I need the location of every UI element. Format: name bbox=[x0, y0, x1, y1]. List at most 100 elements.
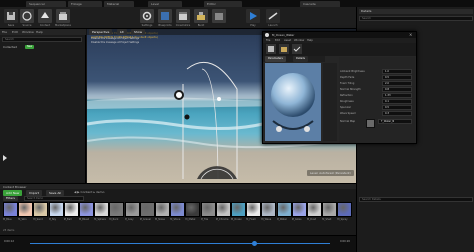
filters-button[interactable]: Filters bbox=[3, 196, 18, 201]
asset-thumbnail[interactable] bbox=[155, 202, 170, 217]
settings-button[interactable] bbox=[140, 9, 154, 23]
asset-thumbnail[interactable] bbox=[170, 202, 186, 217]
timeline-bar[interactable]: 0:00:12 0:00:20 bbox=[0, 235, 356, 252]
breadcrumb: ◀ ▶ Content ▸ demo bbox=[74, 190, 104, 194]
material-editor-window[interactable]: M_Ocean_Water × File Edit Asset Window H… bbox=[262, 31, 417, 144]
asset-label: M_Spray bbox=[337, 218, 348, 221]
content-button[interactable] bbox=[38, 9, 52, 23]
param-label: Ambient Brightness bbox=[340, 70, 365, 73]
mat-menu-asset[interactable]: Asset bbox=[284, 39, 291, 42]
menu-window[interactable]: Window bbox=[22, 30, 34, 34]
check-icon bbox=[293, 46, 301, 52]
asset-thumbnail[interactable] bbox=[261, 202, 277, 217]
asset-label: M_Stone bbox=[170, 218, 181, 221]
perspective-button[interactable]: Perspective bbox=[89, 29, 113, 35]
param-label: Normal Strength bbox=[340, 88, 361, 91]
param-value[interactable]: 0.8 bbox=[382, 87, 412, 92]
node-graph-strip[interactable] bbox=[323, 63, 337, 141]
play-button[interactable] bbox=[246, 9, 260, 23]
unreal-logo-icon bbox=[265, 33, 269, 37]
material-preview[interactable] bbox=[265, 63, 321, 141]
breadcrumb-root[interactable]: Content bbox=[81, 190, 93, 194]
tree-item-label: Collected bbox=[3, 45, 18, 49]
source-button[interactable] bbox=[20, 9, 34, 23]
asset-thumbnail[interactable] bbox=[79, 202, 94, 217]
build-button[interactable] bbox=[194, 9, 208, 23]
menu-edit[interactable]: Edit bbox=[12, 30, 18, 34]
mat-menu-window[interactable]: Window bbox=[294, 39, 304, 42]
asset-thumbnail[interactable] bbox=[48, 202, 64, 217]
close-icon[interactable]: × bbox=[409, 32, 412, 37]
source-label: Source bbox=[22, 24, 32, 27]
cube-icon bbox=[215, 13, 223, 20]
mat-save-button[interactable] bbox=[266, 44, 276, 54]
left-panel: File Edit Window Help Search Collected N… bbox=[0, 29, 86, 183]
blueprints-button[interactable] bbox=[158, 9, 172, 23]
param-value[interactable]: 0.1 bbox=[382, 99, 412, 104]
asset-thumbnail[interactable] bbox=[291, 202, 307, 217]
asset-thumbnail[interactable] bbox=[3, 202, 18, 217]
content-search-input[interactable]: Search Demo bbox=[24, 196, 84, 201]
mat-menu-help[interactable]: Help bbox=[307, 39, 313, 42]
asset-label: M_Sand bbox=[33, 218, 43, 221]
asset-label: M_Rock bbox=[109, 218, 119, 221]
content-browser-title: Content Browser bbox=[3, 184, 27, 189]
asset-thumbnail[interactable] bbox=[200, 202, 216, 217]
new-badge: New bbox=[25, 45, 35, 49]
mat-menu-edit[interactable]: Edit bbox=[275, 39, 280, 42]
details-search2-input[interactable]: Search Details bbox=[359, 197, 473, 202]
asset-thumbnail[interactable] bbox=[231, 202, 246, 217]
build-alt-button[interactable] bbox=[212, 9, 226, 23]
tab-parameters[interactable]: Parameters bbox=[265, 56, 286, 62]
launch-button[interactable] bbox=[266, 9, 280, 23]
mat-browse-button[interactable] bbox=[279, 44, 289, 54]
folder-icon bbox=[281, 47, 287, 52]
asset-thumbnail[interactable] bbox=[337, 202, 353, 217]
left-search-input[interactable]: Search bbox=[2, 37, 82, 42]
asset-label: M_Chrome bbox=[215, 218, 229, 221]
asset-thumbnail[interactable] bbox=[139, 202, 155, 217]
save-button[interactable] bbox=[4, 9, 18, 23]
asset-thumbnail[interactable] bbox=[185, 202, 201, 217]
tree-item[interactable]: Collected New bbox=[3, 45, 83, 50]
show-button[interactable]: Show bbox=[131, 29, 146, 35]
cinematics-label: Cinematics bbox=[175, 24, 191, 27]
asset-thumbnail[interactable] bbox=[246, 202, 262, 217]
marketplace-label: Marketplace bbox=[55, 24, 71, 27]
cinematics-button[interactable] bbox=[176, 9, 190, 23]
asset-thumbnail[interactable] bbox=[322, 202, 338, 217]
collapse-arrow-icon[interactable] bbox=[3, 155, 7, 161]
param-value[interactable]: T_Water_N bbox=[378, 119, 412, 124]
timeline-track[interactable] bbox=[30, 243, 330, 244]
param-value[interactable]: 0.5 bbox=[382, 105, 412, 110]
param-value[interactable]: 2.0 bbox=[382, 81, 412, 86]
asset-thumbnail[interactable] bbox=[124, 202, 140, 217]
mat-apply-button[interactable] bbox=[292, 44, 302, 54]
param-value[interactable]: 1.33 bbox=[382, 93, 412, 98]
asset-thumbnail[interactable] bbox=[18, 202, 34, 217]
asset-thumbnail[interactable] bbox=[94, 202, 110, 217]
asset-thumbnail[interactable] bbox=[109, 202, 125, 217]
asset-thumbnail[interactable] bbox=[215, 202, 231, 217]
menu-help[interactable]: Help bbox=[36, 30, 43, 34]
details-search-input[interactable]: Search bbox=[359, 16, 473, 21]
asset-label: M_Noise bbox=[155, 218, 165, 221]
param-value[interactable]: 1.0 bbox=[382, 69, 412, 74]
tab-details[interactable]: Details bbox=[293, 56, 308, 62]
menu-file[interactable]: File bbox=[2, 30, 7, 34]
asset-thumbnail[interactable] bbox=[276, 202, 292, 217]
asset-thumbnail[interactable] bbox=[33, 202, 49, 217]
asset-label: M_Dust bbox=[307, 218, 316, 221]
param-value[interactable]: 0.3 bbox=[382, 111, 412, 116]
marketplace-button[interactable] bbox=[56, 9, 70, 23]
mat-menu-file[interactable]: File bbox=[266, 39, 270, 42]
item-count: 23 items bbox=[3, 229, 15, 232]
asset-thumbnail[interactable] bbox=[307, 202, 322, 217]
asset-label: M_Sky bbox=[48, 218, 57, 221]
asset-thumbnail[interactable] bbox=[63, 202, 79, 217]
param-value[interactable]: 0.5 bbox=[382, 75, 412, 80]
timeline-scrubber[interactable] bbox=[252, 241, 257, 246]
lit-button[interactable]: Lit bbox=[117, 29, 127, 35]
breadcrumb-folder[interactable]: demo bbox=[96, 190, 105, 194]
texture-thumbnail[interactable] bbox=[366, 119, 375, 128]
